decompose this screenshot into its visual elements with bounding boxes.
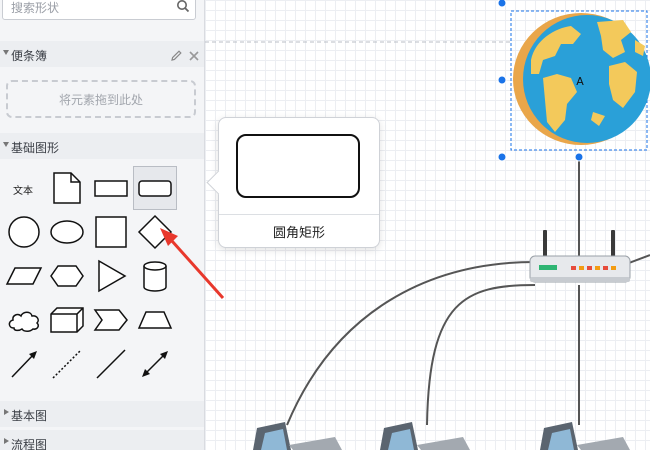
close-icon[interactable] — [188, 47, 200, 66]
shape-ellipse[interactable] — [45, 210, 89, 254]
shape-rounded-rectangle[interactable] — [133, 166, 177, 210]
shape-cube[interactable] — [45, 298, 89, 342]
tooltip-caption: 圆角矩形 — [272, 226, 325, 241]
shape-circle[interactable] — [2, 210, 46, 254]
section-basic-shapes-label: 基础图形 — [11, 141, 60, 155]
section-flowchart-header[interactable]: 流程图 — [0, 430, 204, 450]
tooltip-divider — [219, 214, 379, 215]
router-pc2-connector — [426, 284, 536, 426]
shape-cylinder[interactable] — [133, 254, 177, 298]
shape-cloud[interactable] — [2, 298, 46, 342]
shape-triangle[interactable] — [89, 254, 133, 298]
drop-hint: 将元素拖到此处 — [58, 93, 143, 107]
shape-text[interactable]: 文本 — [2, 166, 46, 210]
search-icon[interactable] — [176, 0, 190, 17]
section-basic-diagram-label: 基本图 — [11, 409, 48, 423]
shape-chevron[interactable] — [89, 298, 133, 342]
shape-sidebar: 搜索形状 便条簿 将元素拖到此处 基础图形 文本 基本图 流程图 — [0, 0, 205, 450]
globe-label: A — [576, 75, 584, 88]
shape-double-arrow[interactable] — [133, 342, 177, 386]
scratchpad-drop-zone[interactable]: 将元素拖到此处 — [6, 80, 196, 118]
shape-rectangle[interactable] — [89, 166, 133, 210]
shape-hexagon[interactable] — [45, 254, 89, 298]
section-basic-shapes-header[interactable]: 基础图形 — [0, 133, 204, 159]
router-pc1-connector — [286, 261, 536, 426]
shape-arrow-line[interactable] — [2, 342, 46, 386]
router-offpage-connector — [628, 254, 650, 264]
computer-icon — [540, 422, 630, 450]
section-basic-diagram-header[interactable]: 基本图 — [0, 401, 204, 427]
shape-square[interactable] — [89, 210, 133, 254]
shape-document[interactable] — [45, 166, 89, 210]
expand-arrow-icon — [4, 438, 9, 444]
shape-diamond[interactable] — [133, 210, 177, 254]
shape-parallelogram[interactable] — [2, 254, 46, 298]
shape-preview-tooltip: 圆角矩形 — [206, 117, 380, 248]
shape-trapezoid[interactable] — [133, 298, 177, 342]
collapse-arrow-icon — [3, 142, 9, 147]
edit-icon[interactable] — [170, 47, 183, 66]
rounded-rectangle-preview — [236, 134, 360, 198]
section-flowchart-label: 流程图 — [11, 438, 48, 450]
collapse-arrow-icon — [3, 50, 9, 55]
expand-arrow-icon — [4, 409, 9, 415]
shape-line[interactable] — [89, 342, 133, 386]
search-field[interactable]: 搜索形状 — [2, 0, 196, 20]
computer-icon — [380, 422, 470, 450]
section-scratchpad-label: 便条簿 — [11, 49, 48, 63]
shape-dotted-line[interactable] — [45, 342, 89, 386]
section-scratchpad-header[interactable]: 便条簿 — [0, 41, 204, 67]
text-shape-label: 文本 — [13, 186, 33, 197]
search-placeholder: 搜索形状 — [11, 1, 60, 15]
computer-icon — [253, 422, 342, 450]
